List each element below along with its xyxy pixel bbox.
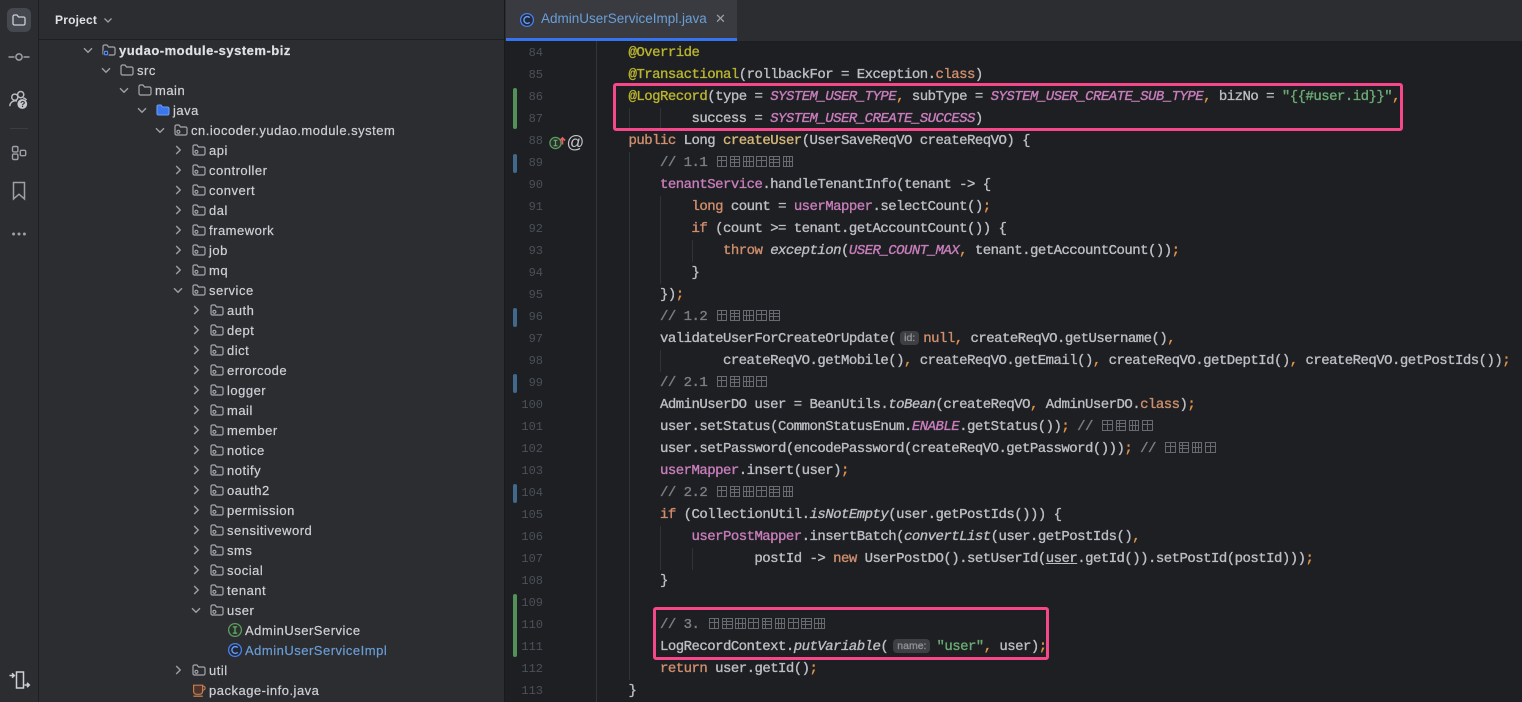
svg-text:@: @ — [567, 132, 585, 152]
